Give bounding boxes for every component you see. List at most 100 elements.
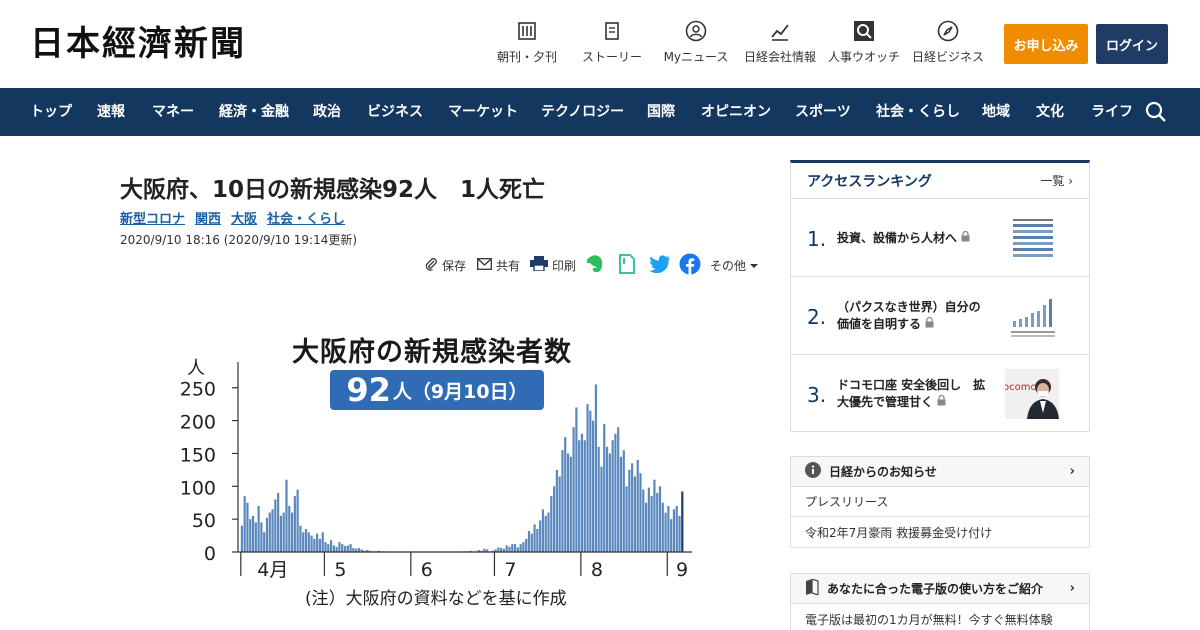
notice-title: 日経からのお知らせ: [829, 465, 937, 479]
chart-bar: [508, 546, 511, 552]
story-icon: [601, 20, 623, 42]
chart-bar: [670, 519, 673, 552]
nav-item-market[interactable]: マーケット: [448, 88, 518, 136]
caret-down-icon: [750, 258, 759, 272]
facebook-button[interactable]: [679, 253, 701, 276]
nav-item-international[interactable]: 国際: [647, 88, 675, 136]
chart-bar: [614, 433, 617, 552]
digital-guide-box: あなたに合った電子版の使い方をご紹介 › 電子版は最初の1カ月が無料！今すぐ無料…: [790, 573, 1090, 630]
chart-bar: [299, 525, 302, 552]
util-morning-evening[interactable]: 朝刊・夕刊: [482, 20, 572, 65]
nav-item-money[interactable]: マネー: [152, 88, 194, 136]
tag-link[interactable]: 社会・くらし: [267, 208, 345, 227]
subscribe-button[interactable]: お申し込み: [1004, 24, 1088, 64]
ranking-item[interactable]: 1. 投資、設備から人材へ: [791, 199, 1089, 277]
tag-link[interactable]: 関西: [195, 208, 221, 227]
nav-item-life[interactable]: ライフ: [1091, 88, 1133, 136]
util-my-news[interactable]: Myニュース: [651, 20, 741, 65]
util-nikkei-business[interactable]: 日経ビジネス: [903, 20, 993, 65]
chart-bar: [658, 486, 662, 552]
lock-icon: [937, 394, 946, 409]
chart-bar: [619, 456, 623, 552]
chart-bar: [288, 506, 291, 552]
nav-item-region[interactable]: 地域: [982, 88, 1010, 136]
nav-item-society[interactable]: 社会・くらし: [876, 88, 960, 136]
chart-bar: [656, 492, 659, 552]
nav-item-sports[interactable]: スポーツ: [795, 88, 851, 136]
notice-link[interactable]: 令和2年7月豪雨 救援募金受け付け: [791, 517, 1089, 547]
share-button[interactable]: 共有: [477, 254, 520, 276]
nikkei-notice-box: 日経からのお知らせ › プレスリリース 令和2年7月豪雨 救援募金受け付け: [790, 456, 1090, 548]
ranking-text: 投資、設備から人材へ: [837, 199, 987, 277]
chart-bar: [513, 544, 517, 552]
chart-bar: [257, 506, 260, 552]
nav-item-business[interactable]: ビジネス: [367, 88, 423, 136]
save-label: 保存: [442, 258, 467, 273]
ranking-more-label: 一覧: [1040, 174, 1065, 188]
ranking-item[interactable]: 2. （パクスなき世界）自分の価値を自明する: [791, 277, 1089, 355]
note-icon: [618, 253, 636, 277]
ranking-text-label: ドコモ口座 安全後回し 拡大優先で管理甘く: [837, 378, 986, 409]
chart-bar: [647, 487, 650, 552]
tag-link[interactable]: 新型コロナ: [120, 208, 185, 227]
save-button[interactable]: 保存: [424, 254, 466, 276]
chart-bar: [525, 538, 528, 552]
nav-item-culture[interactable]: 文化: [1036, 88, 1064, 136]
chart-bar: [605, 446, 609, 552]
nav-item-economy[interactable]: 経済・金融: [219, 88, 289, 136]
ranking-item[interactable]: 3. ドコモ口座 安全後回し 拡大優先で管理甘く ocomo: [791, 355, 1089, 433]
nav-item-breaking[interactable]: 速報: [97, 88, 125, 136]
login-button[interactable]: ログイン: [1096, 24, 1168, 64]
nav-item-opinion[interactable]: オピニオン: [701, 88, 771, 136]
notice-header[interactable]: 日経からのお知らせ ›: [791, 457, 1089, 487]
chart-bar: [558, 476, 561, 552]
chart-bar: [661, 502, 664, 552]
chart-bar: [667, 506, 670, 552]
main-nav: トップ 速報 マネー 経済・金融 政治 ビジネス マーケット テクノロジー 国際…: [0, 88, 1200, 136]
chart-bar: [522, 542, 525, 552]
util-company-info[interactable]: 日経会社情報: [735, 20, 825, 65]
ranking-more-link[interactable]: 一覧 ›: [1040, 172, 1073, 189]
chart-bar: [511, 544, 514, 552]
chart-bar: [310, 535, 313, 552]
bookmark-button[interactable]: [618, 253, 636, 277]
chart-bar: [533, 524, 536, 552]
notice-link[interactable]: プレスリリース: [791, 487, 1089, 517]
chart-note: (注）大阪府の資料などを基に作成: [305, 589, 567, 609]
print-button[interactable]: 印刷: [530, 254, 576, 276]
site-header: 日本經濟新聞 朝刊・夕刊 ストーリー Myニュース 日経会社情報 人事ウオッチ: [0, 0, 1200, 88]
evernote-button[interactable]: [586, 254, 604, 276]
chart-bar: [318, 538, 322, 552]
digital-guide-title: あなたに合った電子版の使い方をご紹介: [827, 582, 1044, 596]
chart-bar: [636, 460, 639, 552]
chart-bar: [672, 509, 676, 552]
chart-bar: [678, 515, 681, 552]
nav-item-politics[interactable]: 政治: [313, 88, 341, 136]
twitter-icon: [649, 254, 671, 276]
chart-bar: [519, 544, 522, 552]
chart-bar: [608, 453, 611, 552]
chart-bar: [527, 530, 531, 552]
util-personnel-watch[interactable]: 人事ウオッチ: [819, 20, 909, 65]
info-icon: [805, 462, 821, 481]
chart-bar: [516, 547, 519, 552]
bar-plot: 人 250 200 150 100 50 0 4月 5 6 7 8 9: [180, 358, 692, 581]
ranking-header: アクセスランキング 一覧 ›: [791, 163, 1089, 199]
free-trial-link[interactable]: 電子版は最初の1カ月が無料！今すぐ無料体験: [791, 604, 1089, 630]
tag-link[interactable]: 大阪: [231, 208, 257, 227]
chart-bar: [603, 423, 606, 552]
util-story[interactable]: ストーリー: [567, 20, 657, 65]
chart-bar: [650, 496, 653, 552]
chart-bar: [293, 496, 296, 552]
chart-bar: [263, 532, 266, 552]
chart-bar: [279, 515, 282, 552]
digital-guide-header[interactable]: あなたに合った電子版の使い方をご紹介 ›: [791, 574, 1089, 604]
nav-item-technology[interactable]: テクノロジー: [541, 88, 624, 136]
twitter-button[interactable]: [649, 254, 671, 276]
search-icon[interactable]: [1144, 100, 1168, 124]
covid-cases-chart: 大阪府の新規感染者数 92 人（9月10日） 人 250 200 150 100 50 0…: [160, 318, 720, 618]
site-logo[interactable]: 日本經濟新聞: [30, 24, 246, 64]
chart-bar: [547, 512, 550, 552]
nav-item-top[interactable]: トップ: [30, 88, 72, 136]
more-share-button[interactable]: その他: [710, 254, 759, 276]
